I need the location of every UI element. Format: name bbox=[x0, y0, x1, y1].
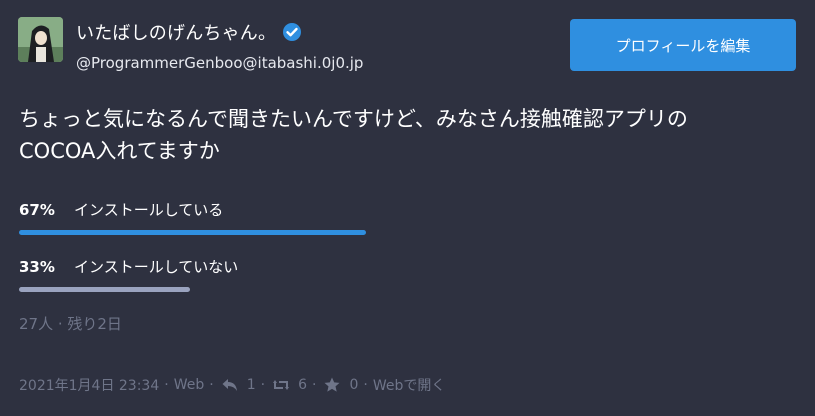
poll-option-1-percent: 67% bbox=[19, 200, 55, 219]
status-footer: 2021年1月4日 23:34 · Web · 1 · 6 · 0 · Webで… bbox=[19, 375, 445, 395]
timestamp[interactable]: 2021年1月4日 23:34 bbox=[19, 375, 159, 395]
verified-badge-icon bbox=[282, 22, 302, 42]
poll-option-1-label: インストールしている bbox=[74, 201, 224, 219]
separator-dot: · bbox=[164, 377, 169, 393]
boost-count: 6 bbox=[298, 377, 307, 393]
separator-dot: · bbox=[260, 377, 266, 393]
poll-option-2-label: インストールしていない bbox=[74, 258, 239, 276]
boost-icon[interactable] bbox=[272, 376, 290, 394]
name-row: いたばしのげんちゃん。 bbox=[76, 19, 302, 45]
poll-option-2-percent: 33% bbox=[19, 257, 55, 276]
poll-option-1-bar bbox=[19, 230, 367, 235]
reply-icon[interactable] bbox=[221, 376, 239, 394]
separator-dot: · bbox=[209, 377, 214, 393]
separator-dot: · bbox=[311, 377, 317, 393]
poll-option-2: 33% インストールしていない bbox=[19, 256, 619, 294]
reply-count: 1 bbox=[246, 377, 256, 393]
tweet-text: ちょっと気になるんで聞きたいんですけど、みなさん接触確認アプリの COCOA入れ… bbox=[19, 103, 799, 167]
edit-profile-button[interactable]: プロフィールを編集 bbox=[570, 19, 796, 71]
star-icon[interactable] bbox=[323, 376, 341, 394]
avatar[interactable] bbox=[18, 17, 63, 62]
poll-option-1-bar-track bbox=[19, 230, 537, 237]
avatar-image bbox=[18, 17, 63, 62]
tweet-text-line2: COCOA入れてますか bbox=[19, 139, 220, 163]
user-handle[interactable]: @ProgrammerGenboo@itabashi.0j0.jp bbox=[76, 54, 363, 72]
poll-option-1: 67% インストールしている bbox=[19, 199, 619, 237]
separator-dot: · bbox=[363, 377, 368, 393]
star-count: 0 bbox=[349, 377, 359, 393]
poll-summary: 27人 · 残り2日 bbox=[19, 315, 122, 333]
tweet-text-line1: ちょっと気になるんで聞きたいんですけど、みなさん接触確認アプリの bbox=[19, 107, 688, 131]
via-label: Web bbox=[173, 377, 205, 393]
poll-option-2-bar-track bbox=[19, 287, 537, 294]
open-in-web-link[interactable]: Webで開く bbox=[373, 375, 446, 395]
display-name[interactable]: いたばしのげんちゃん。 bbox=[76, 19, 276, 45]
poll-option-2-bar bbox=[19, 287, 190, 292]
